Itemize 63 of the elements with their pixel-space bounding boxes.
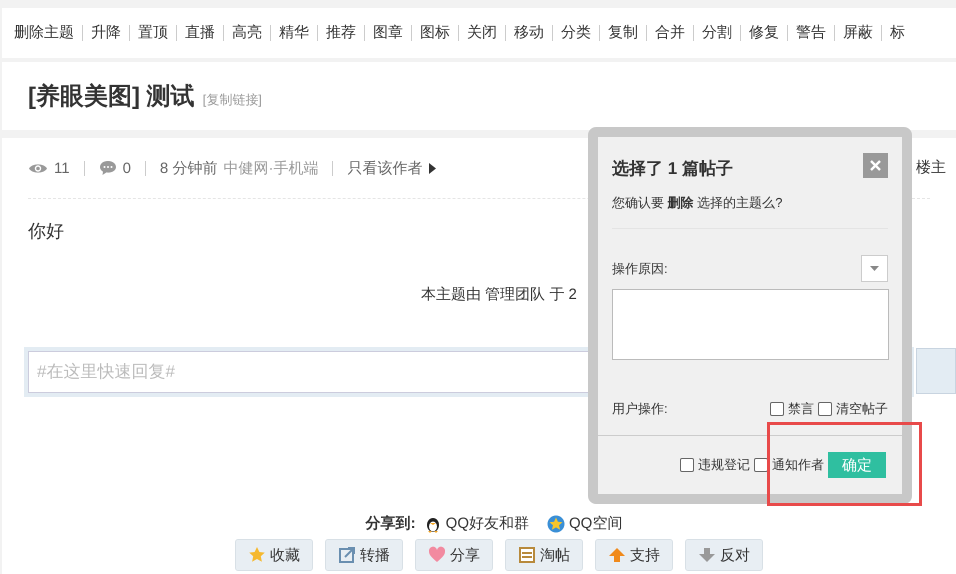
post-time: 8 分钟前 (160, 158, 218, 178)
toolbar-link[interactable]: 直播 (176, 25, 223, 41)
checkbox-label: 清空帖子 (836, 400, 888, 418)
checkbox[interactable] (754, 458, 768, 472)
post-action-button[interactable]: 收藏 (235, 539, 313, 571)
toolbar-link[interactable]: 移动 (505, 25, 552, 41)
reason-field[interactable] (612, 289, 889, 360)
post-action-button[interactable]: 转播 (325, 539, 403, 571)
toolbar-link[interactable]: 合并 (646, 25, 693, 41)
tray-icon (518, 546, 536, 564)
floor-label: 楼主 (916, 158, 946, 177)
toolbar-link[interactable]: 升降 (82, 25, 129, 41)
share-label: 分享到: (366, 514, 416, 533)
toolbar-link[interactable]: 推荐 (317, 25, 364, 41)
thread-title: [养眼美图] 测试 (28, 82, 195, 112)
close-button[interactable] (863, 153, 888, 178)
toolbar-link[interactable]: 警告 (787, 25, 834, 41)
share-link[interactable]: QQ空间 (569, 514, 622, 533)
post-action-button[interactable]: 淘帖 (505, 539, 583, 571)
post-action-button[interactable]: 反对 (685, 539, 763, 571)
dialog-message: 您确认要 删除 选择的主题么? (612, 180, 888, 229)
star-icon (248, 546, 266, 564)
toolbar-link[interactable]: 高亮 (223, 25, 270, 41)
post-body: 你好 (28, 220, 64, 243)
heart-icon (428, 546, 446, 564)
reason-dropdown[interactable] (861, 255, 888, 282)
checkbox-label: 通知作者 (772, 456, 824, 474)
toolbar-link[interactable]: 置顶 (129, 25, 176, 41)
comment-icon (98, 160, 117, 176)
user-ops-label: 用户操作: (612, 400, 669, 418)
toolbar-link[interactable]: 关闭 (458, 25, 505, 41)
moderation-note: 本主题由 管理团队 于 2 (421, 285, 577, 304)
checkbox[interactable] (818, 402, 832, 416)
view-count: 11 (54, 160, 70, 176)
toolbar-link[interactable]: 删除主题 (6, 25, 82, 41)
toolbar-link[interactable]: 图章 (364, 25, 411, 41)
toolbar-link[interactable]: 屏蔽 (834, 25, 881, 41)
down-arrow-icon (698, 546, 716, 564)
share-link[interactable]: QQ好友和群 (446, 514, 529, 533)
post-source: 中健网·手机端 (223, 158, 318, 178)
toolbar-link[interactable]: 图标 (411, 25, 458, 41)
reply-count: 0 (122, 160, 131, 176)
close-icon (870, 160, 881, 171)
reason-label: 操作原因: (612, 260, 668, 278)
triangle-right-icon (428, 162, 436, 174)
author-filter-link[interactable]: 只看该作者 (347, 158, 422, 178)
toolbar-link[interactable]: 修复 (740, 25, 787, 41)
eye-icon (28, 162, 48, 174)
toolbar-link[interactable]: 分割 (693, 25, 740, 41)
checkbox-label: 禁言 (788, 400, 814, 418)
up-arrow-icon (608, 546, 626, 564)
caret-down-icon (870, 266, 879, 271)
toolbar-link[interactable]: 精华 (270, 25, 317, 41)
checkbox-label: 违规登记 (698, 456, 750, 474)
toolbar-link[interactable]: 复制 (599, 25, 646, 41)
dialog-title: 选择了 1 篇帖子 (612, 158, 733, 180)
post-action-button[interactable]: 支持 (595, 539, 673, 571)
star-badge-icon (547, 514, 565, 532)
post-action-button[interactable]: 分享 (415, 539, 493, 571)
checkbox[interactable] (680, 458, 694, 472)
toolbar-link[interactable]: 标 (881, 25, 913, 41)
checkbox[interactable] (770, 402, 784, 416)
toolbar-link[interactable]: 分类 (552, 25, 599, 41)
